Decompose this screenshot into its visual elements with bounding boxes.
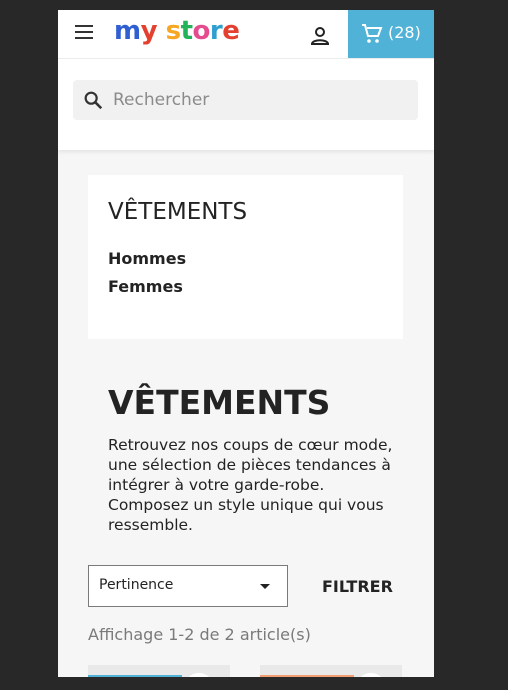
product-image-strip [260, 675, 354, 677]
filter-button[interactable]: FILTRER [322, 577, 393, 596]
results-count: Affichage 1-2 de 2 article(s) [88, 625, 311, 644]
page-title: VÊTEMENTS [108, 383, 331, 422]
category-description: Retrouvez nos coups de cœur mode, une sé… [108, 436, 393, 534]
search-icon [84, 91, 103, 110]
top-bar: my store (28) [58, 10, 434, 59]
sort-select[interactable]: Pertinence [88, 565, 288, 607]
cart-button[interactable]: (28) [348, 10, 434, 58]
user-icon[interactable] [308, 24, 332, 48]
product-card[interactable] [260, 665, 402, 677]
category-block: VÊTEMENTS Hommes Femmes [88, 175, 403, 339]
product-image-strip [88, 675, 182, 677]
search-input[interactable] [113, 80, 408, 120]
store-logo[interactable]: my store [114, 16, 240, 46]
search-bar[interactable] [73, 80, 418, 120]
category-link-hommes[interactable]: Hommes [108, 249, 186, 268]
header: my store (28) [58, 10, 434, 150]
wishlist-button[interactable] [184, 673, 214, 677]
wishlist-button[interactable] [356, 673, 386, 677]
cart-icon [362, 24, 383, 43]
category-link-femmes[interactable]: Femmes [108, 277, 183, 296]
menu-icon[interactable] [75, 25, 95, 43]
app-frame: my store (28) VÊTEMENTS Hom [58, 10, 434, 677]
sort-selected-value: Pertinence [99, 577, 174, 593]
product-card[interactable] [88, 665, 230, 677]
category-block-title: VÊTEMENTS [108, 199, 248, 225]
caret-down-icon [260, 584, 270, 589]
cart-count: (28) [388, 23, 421, 42]
